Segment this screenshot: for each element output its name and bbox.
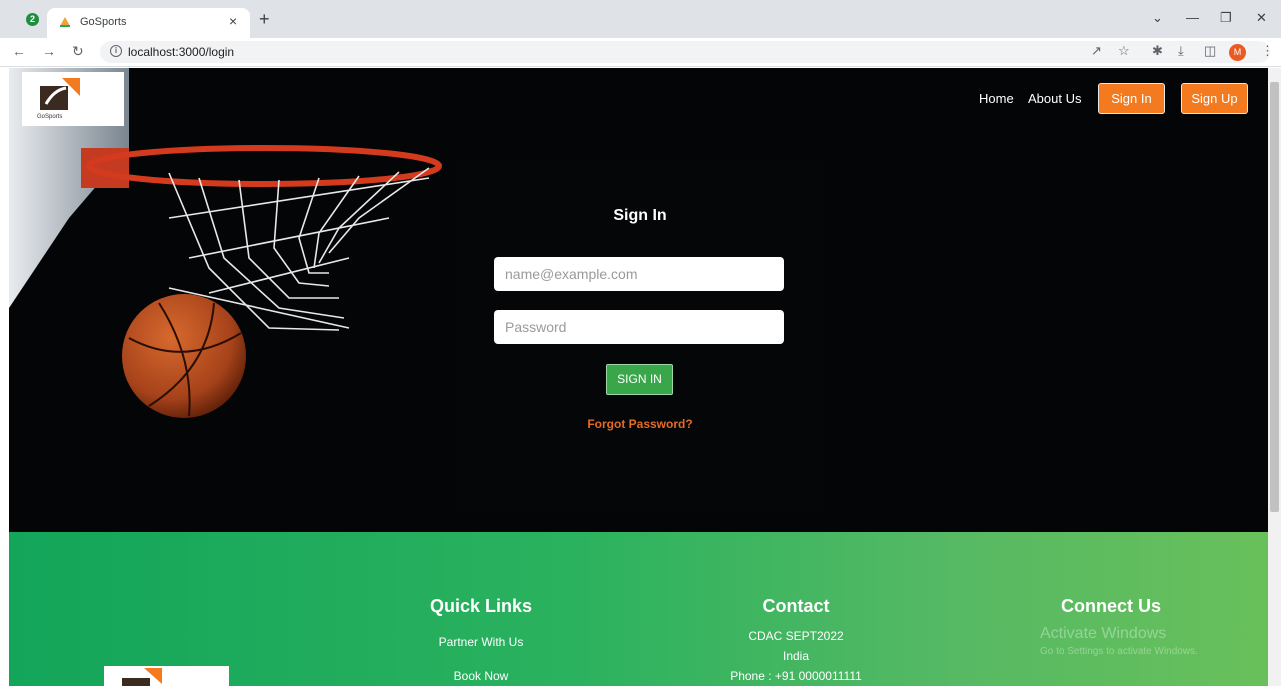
nav-sign-in-button[interactable]: Sign In xyxy=(1098,83,1165,114)
contact-heading: Contact xyxy=(762,596,830,616)
menu-kebab-icon[interactable]: ⋮ xyxy=(1261,43,1274,59)
restore-icon[interactable]: ❐ xyxy=(1220,10,1232,26)
book-now-link[interactable]: Book Now xyxy=(401,669,561,683)
sign-in-title: Sign In xyxy=(613,207,667,224)
nav-sign-up-button[interactable]: Sign Up xyxy=(1181,83,1248,114)
connect-us-heading: Connect Us xyxy=(1060,596,1161,616)
activate-windows-watermark: Activate Windows xyxy=(1040,625,1167,642)
contact-country: India xyxy=(782,649,810,663)
site-info-icon[interactable]: i xyxy=(110,45,122,57)
activate-windows-subtext: Go to Settings to activate Windows. xyxy=(1040,646,1198,657)
logo-emblem-icon xyxy=(40,78,80,110)
nav-home-link[interactable]: Home xyxy=(979,91,1014,106)
tab-title: GoSports xyxy=(80,16,127,28)
gosports-favicon-icon xyxy=(60,17,70,27)
browser-tab-bar: 2 GoSports × + ⌄ — ❐ ✕ xyxy=(0,0,1281,38)
page-scrollbar[interactable] xyxy=(1268,68,1281,686)
logo-text: GoSports xyxy=(37,114,63,120)
new-tab-button[interactable]: + xyxy=(259,9,270,30)
browser-tab[interactable]: GoSports × xyxy=(47,8,250,38)
partner-with-us-link[interactable]: Partner With Us xyxy=(401,635,561,649)
contact-phone: Phone : +91 0000011111 xyxy=(730,669,862,683)
forward-icon[interactable]: → xyxy=(42,43,56,59)
footer-logo[interactable] xyxy=(104,666,229,686)
minimize-icon[interactable]: — xyxy=(1186,10,1199,25)
share-icon[interactable]: ↗ xyxy=(1091,43,1102,59)
footer-logo-emblem-icon xyxy=(122,668,162,686)
address-bar: ← → ↻ i localhost:3000/login ↗ ☆ ✱ ⤓ ◫ M… xyxy=(0,38,1281,67)
nav-about-link[interactable]: About Us xyxy=(1028,91,1081,106)
hero-section: GoSports Home About Us Sign In Sign Up S… xyxy=(9,68,1268,532)
sign-in-submit-button[interactable]: SIGN IN xyxy=(606,364,673,395)
url-text: localhost:3000/login xyxy=(128,45,235,59)
reload-icon[interactable]: ↻ xyxy=(72,43,84,60)
window-close-icon[interactable]: ✕ xyxy=(1256,10,1267,26)
footer: Quick Links Partner With Us Book Now Con… xyxy=(9,532,1268,686)
tab-search-icon[interactable]: ⌄ xyxy=(1152,10,1163,26)
password-input[interactable] xyxy=(494,310,784,344)
bookmark-star-icon[interactable]: ☆ xyxy=(1118,43,1130,59)
page: GoSports Home About Us Sign In Sign Up S… xyxy=(9,68,1268,686)
contact-org: CDAC SEPT2022 xyxy=(748,629,844,643)
scrollbar-thumb[interactable] xyxy=(1270,82,1279,512)
back-icon[interactable]: ← xyxy=(12,43,26,59)
gosports-logo[interactable]: GoSports xyxy=(22,72,124,126)
profile-avatar[interactable]: M xyxy=(1229,44,1246,61)
extensions-icon[interactable]: ✱ xyxy=(1152,43,1163,59)
download-icon[interactable]: ⤓ xyxy=(1178,43,1184,59)
sign-in-card: Sign In SIGN IN Forgot Password? xyxy=(457,160,823,512)
email-input[interactable] xyxy=(494,257,784,291)
tab-close-icon[interactable]: × xyxy=(229,13,237,29)
quick-links-heading: Quick Links xyxy=(429,596,533,616)
side-panel-icon[interactable]: ◫ xyxy=(1204,43,1216,59)
tab-group-badge[interactable]: 2 xyxy=(26,13,39,26)
forgot-password-link[interactable]: Forgot Password? xyxy=(457,417,823,431)
